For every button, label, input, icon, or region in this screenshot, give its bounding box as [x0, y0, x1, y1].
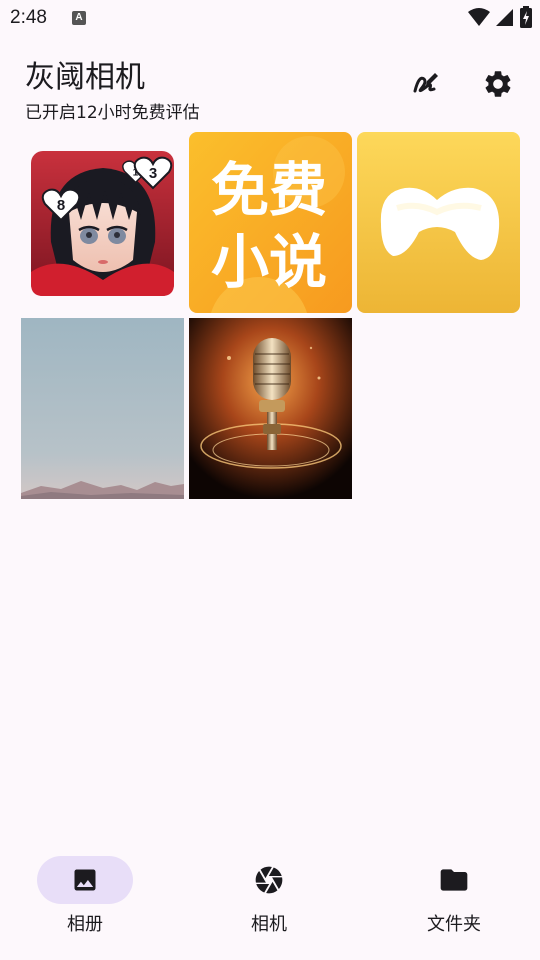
bottom-navigation: 相册 相机 文件夹	[0, 840, 540, 960]
gallery-item-anime-app-icon[interactable]: 8 1 3	[21, 132, 184, 313]
notification-badge: A	[72, 11, 86, 25]
heart-number-8: 8	[57, 197, 65, 214]
sky-landscape-photo	[21, 318, 184, 499]
nav-label-camera: 相机	[251, 914, 287, 935]
photo-icon	[74, 869, 96, 891]
status-bar: 2:48 A	[0, 0, 540, 36]
edit-button[interactable]	[405, 64, 445, 104]
novel-text-line2: 小说	[211, 228, 327, 296]
settings-icon	[485, 71, 511, 97]
settings-button[interactable]	[478, 64, 518, 104]
heart-number-3: 3	[149, 165, 157, 182]
novel-text-line1: 免费	[211, 156, 327, 224]
nav-item-camera[interactable]: 相机	[194, 856, 344, 946]
free-novel-app-icon: 免费 小说	[189, 132, 352, 313]
nav-label-folder: 文件夹	[427, 914, 481, 935]
game-controller-app-icon	[357, 132, 520, 313]
trial-status-text: 已开启12小时免费评估	[25, 103, 200, 123]
nav-label-album: 相册	[67, 914, 103, 935]
gallery-item-microphone-photo[interactable]	[189, 318, 352, 499]
battery-charging-icon	[520, 6, 532, 28]
wifi-icon	[468, 8, 490, 26]
gallery-item-free-novel-icon[interactable]: 免费 小说	[189, 132, 352, 313]
app-title: 灰阈相机	[25, 60, 145, 95]
gallery-item-sky-photo[interactable]	[21, 318, 184, 499]
nav-item-folder[interactable]: 文件夹	[379, 856, 529, 946]
microphone-photo	[189, 318, 352, 499]
status-icons	[468, 6, 532, 28]
status-time: 2:48	[10, 7, 47, 28]
nav-pill-album	[37, 856, 133, 904]
nav-item-album[interactable]: 相册	[10, 856, 160, 946]
folder-icon	[440, 869, 468, 891]
nav-pill-camera	[221, 856, 317, 904]
cellular-icon	[496, 9, 513, 26]
anime-girl-app-icon: 8 1 3	[31, 151, 174, 296]
aperture-icon	[255, 866, 283, 894]
nav-pill-folder	[406, 856, 502, 904]
gallery-item-game-icon[interactable]	[357, 132, 520, 313]
edit-icon	[413, 73, 438, 93]
